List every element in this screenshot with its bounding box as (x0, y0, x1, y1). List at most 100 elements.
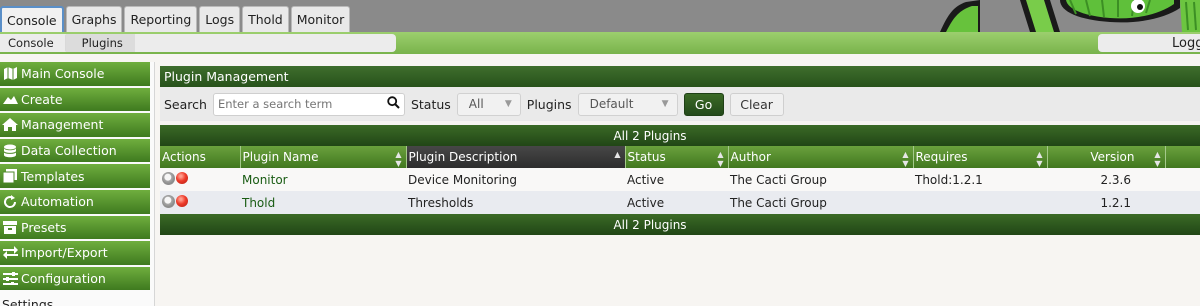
clear-button[interactable]: Clear (729, 92, 784, 116)
sidebar-item-label: Create (21, 91, 63, 107)
table-row: Monitor Device Monitoring Active The Cac… (160, 168, 1200, 191)
sidebar-item-import-export[interactable]: Import/Export (0, 241, 150, 265)
sidebar-item-label: Management (21, 117, 104, 133)
sliders-icon (2, 272, 18, 286)
database-icon (2, 144, 18, 158)
col-label: Version (1090, 150, 1135, 164)
sidebar-item-label: Templates (21, 168, 85, 184)
row-filler (1165, 191, 1200, 214)
col-label: Plugin Name (242, 150, 319, 164)
table-header-row: Actions Plugin Name ▲ ▼ Plugin Description… (160, 146, 1200, 168)
col-label: Requires (915, 150, 968, 164)
plugin-author: The Cacti Group (728, 191, 913, 214)
sidebar-item-presets[interactable]: Presets (0, 215, 150, 240)
breadcrumb-bar: Console Plugins Logg (0, 32, 1200, 54)
sort-icon: ▲ ▼ (1036, 150, 1043, 168)
status-select[interactable]: All ▼ (456, 92, 521, 116)
chevron-down-icon: ▼ (504, 99, 512, 109)
col-actions: Actions (160, 146, 241, 168)
sidebar-item-create[interactable]: Create (0, 87, 150, 112)
sidebar-item-main-console[interactable]: Main Console (0, 62, 150, 86)
col-author[interactable]: Author ▲ ▼ (728, 146, 914, 168)
sidebar-item-label: Settings (2, 296, 54, 306)
map-icon (2, 67, 18, 81)
row-filler (1165, 168, 1200, 191)
col-requires[interactable]: Requires ▲ ▼ (913, 146, 1048, 168)
search-box[interactable] (212, 92, 405, 116)
tab-graphs[interactable]: Graphs (65, 6, 123, 32)
sidebar-item-label: Configuration (21, 271, 106, 287)
sidebar-item-label: Import/Export (21, 245, 108, 261)
sidebar-item-label: Automation (21, 194, 94, 210)
sidebar-item-automation[interactable]: Automation (0, 189, 150, 214)
sidebar-item-templates[interactable]: Templates (0, 164, 150, 188)
col-plugin-name[interactable]: Plugin Name ▲ ▼ (240, 146, 407, 168)
plugins-label: Plugins (526, 96, 572, 112)
breadcrumb-console[interactable]: Console (0, 34, 72, 52)
status-select-value: All (468, 97, 484, 111)
sidebar-item-management[interactable]: Management (0, 113, 150, 137)
summary-bottom: All 2 Plugins (160, 214, 1200, 235)
home-icon (2, 118, 18, 132)
col-plugin-description[interactable]: Plugin Description ▲ (406, 146, 626, 168)
page-title: Plugin Management (160, 66, 1200, 87)
settings-gear-icon[interactable] (162, 171, 175, 185)
sidebar-item-settings[interactable]: Settings (0, 292, 150, 306)
sidebar-item-label: Main Console (21, 66, 105, 82)
col-filler (1165, 146, 1200, 168)
exchange-icon (2, 246, 18, 260)
breadcrumb-plugins[interactable]: Plugins (65, 34, 135, 52)
sidebar-item-data-collection[interactable]: Data Collection (0, 138, 150, 163)
tab-monitor[interactable]: Monitor (290, 6, 351, 32)
search-label: Search (164, 96, 207, 112)
refresh-icon (2, 194, 18, 209)
plugins-select-value: Default (589, 97, 634, 111)
summary-top: All 2 Plugins (160, 125, 1200, 146)
plugin-description: Device Monitoring (406, 168, 625, 191)
sort-icon: ▲ ▼ (1154, 150, 1161, 168)
plugin-name-link[interactable]: Monitor (242, 173, 288, 187)
disable-plugin-icon[interactable] (176, 172, 188, 184)
settings-gear-icon[interactable] (162, 194, 175, 208)
row-actions (160, 191, 240, 214)
plugin-version: 1.2.1 (1047, 191, 1165, 214)
presets-icon (2, 220, 18, 234)
search-icon[interactable] (387, 96, 400, 112)
row-actions (160, 168, 240, 191)
sort-icon: ▲ ▼ (717, 150, 724, 168)
mountain-icon (2, 92, 18, 106)
plugin-name-link[interactable]: Thold (242, 196, 275, 210)
col-label: Status (627, 150, 666, 164)
table-row: Thold Thresholds Active The Cacti Group … (160, 191, 1200, 214)
tab-thold[interactable]: Thold (242, 6, 289, 32)
tab-reporting[interactable]: Reporting (124, 6, 198, 32)
disable-plugin-icon[interactable] (176, 195, 188, 207)
plugins-select[interactable]: Default ▼ (577, 92, 678, 116)
go-button[interactable]: Go (683, 92, 724, 116)
search-input[interactable] (217, 97, 387, 111)
sort-icon: ▲ ▼ (902, 150, 909, 168)
sidebar-item-label: Data Collection (21, 143, 117, 159)
sidebar-item-configuration[interactable]: Configuration (0, 266, 150, 291)
plugins-table: Actions Plugin Name ▲ ▼ Plugin Description… (160, 146, 1200, 214)
col-label: Plugin Description (408, 150, 518, 164)
tab-console[interactable]: Console (0, 6, 64, 32)
tab-logs[interactable]: Logs (199, 6, 241, 32)
status-label: Status (410, 96, 451, 112)
sort-icon: ▲ ▼ (395, 150, 402, 168)
cactus-logo-icon (910, 0, 1200, 32)
filter-bar: Search Status All ▼ Plugins Default ▼ Go… (160, 87, 1200, 121)
breadcrumb: Console Plugins (0, 34, 396, 52)
plugin-author: The Cacti Group (728, 168, 913, 191)
top-header: Console Graphs Reporting Logs Thold Moni… (0, 0, 1200, 32)
chevron-down-icon: ▼ (661, 99, 669, 109)
user-status[interactable]: Logg (1098, 34, 1200, 52)
plugin-status: Active (625, 168, 728, 191)
col-version[interactable]: Version ▲ ▼ (1047, 146, 1166, 168)
main-panel: Plugin Management Search Status All ▼ Pl… (160, 66, 1200, 235)
sidebar-item-label: Presets (21, 219, 67, 235)
plugin-description: Thresholds (406, 191, 625, 214)
col-status[interactable]: Status ▲ ▼ (625, 146, 729, 168)
sidebar: Main Console Create Management Data Coll… (0, 62, 155, 306)
plugin-requires: Thold:1.2.1 (913, 168, 1047, 191)
